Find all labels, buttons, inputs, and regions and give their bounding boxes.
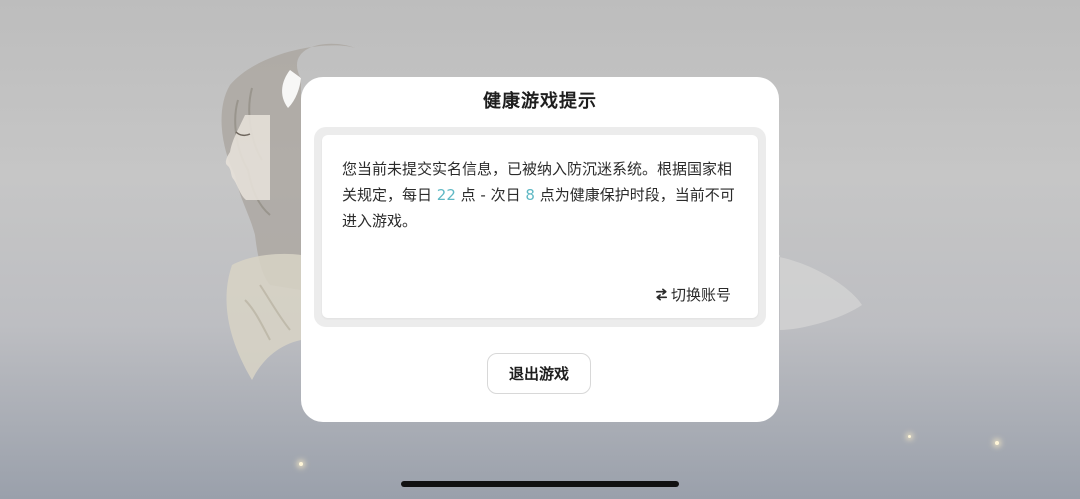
dialog-title: 健康游戏提示: [483, 91, 597, 112]
notice-text-part2: 点 - 次日: [455, 186, 526, 204]
switch-account-label: 切换账号: [671, 285, 732, 304]
anti-addiction-notice: 您当前未提交实名信息，已被纳入防沉迷系统。根据国家相关规定，每日 22 点 - …: [342, 156, 742, 234]
start-hour-highlight: 22: [436, 186, 456, 204]
home-indicator-bar[interactable]: [401, 481, 679, 487]
swap-arrows-icon: [655, 288, 668, 300]
game-screen: 健康游戏提示 您当前未提交实名信息，已被纳入防沉迷系统。根据国家相关规定，每日 …: [0, 0, 1080, 499]
sparkle-decoration: [995, 441, 999, 445]
switch-account-link[interactable]: 切换账号: [654, 283, 731, 305]
end-hour-highlight: 8: [525, 186, 535, 204]
sparkle-decoration: [299, 462, 303, 466]
exit-game-button[interactable]: 退出游戏: [487, 353, 591, 394]
sparkle-decoration: [908, 435, 911, 438]
